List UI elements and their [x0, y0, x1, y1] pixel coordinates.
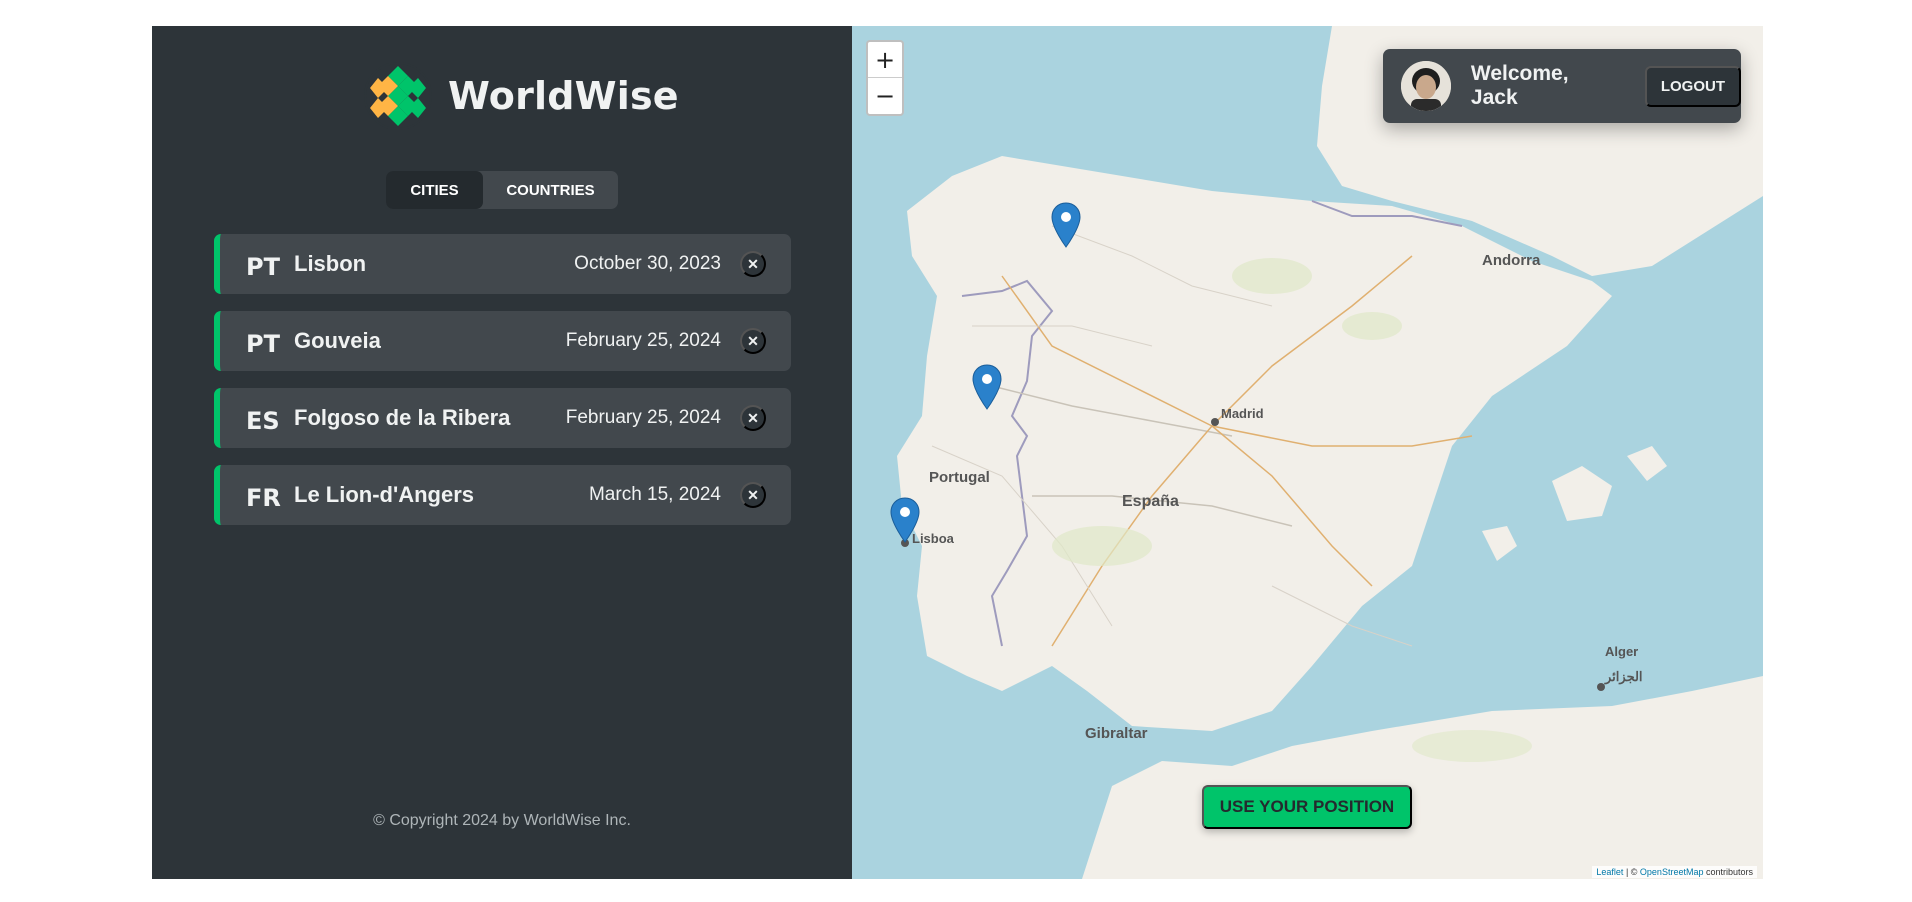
delete-city-button[interactable]: ✕: [740, 328, 766, 354]
city-item-le-lion[interactable]: FR Le Lion-d'Angers March 15, 2024 ✕: [214, 465, 791, 525]
city-country-code: ES: [246, 407, 280, 435]
close-icon: ✕: [747, 486, 759, 503]
map-label-portugal: Portugal: [929, 469, 990, 486]
city-name: Le Lion-d'Angers: [294, 482, 475, 507]
use-position-button[interactable]: USE YOUR POSITION: [1202, 785, 1412, 829]
city-country-code: PT: [246, 253, 280, 281]
map-label-gibraltar: Gibraltar: [1085, 725, 1148, 742]
sidebar: WorldWise CITIES COUNTRIES PT Lisbon Oct…: [152, 26, 852, 879]
app-nav: CITIES COUNTRIES: [386, 171, 618, 209]
map-attribution: Leaflet | © OpenStreetMap contributors: [1592, 866, 1757, 878]
user-photo-icon: [1401, 61, 1451, 111]
delete-city-button[interactable]: ✕: [740, 405, 766, 431]
city-name: Gouveia: [294, 328, 381, 353]
user-panel: Welcome, Jack LOGOUT: [1383, 49, 1741, 123]
tab-countries[interactable]: COUNTRIES: [483, 171, 618, 209]
city-name: Lisbon: [294, 251, 367, 276]
copyright: © Copyright 2024 by WorldWise Inc.: [373, 812, 631, 829]
map-tiles[interactable]: [852, 26, 1763, 879]
logo-icon: [364, 62, 432, 130]
tab-cities[interactable]: CITIES: [386, 171, 483, 209]
close-icon: ✕: [747, 255, 759, 272]
map-label-alger: Alger: [1605, 644, 1639, 659]
city-date: March 15, 2024: [588, 484, 721, 505]
city-date: February 25, 2024: [565, 407, 721, 428]
avatar: [1401, 61, 1451, 111]
map-label-andorra: Andorra: [1482, 252, 1541, 269]
map[interactable]: Portugal España Madrid Lisboa Andorra Gi…: [852, 26, 1763, 879]
delete-city-button[interactable]: ✕: [740, 482, 766, 508]
app-layout: WorldWise CITIES COUNTRIES PT Lisbon Oct…: [152, 26, 1763, 879]
zoom-control: + −: [866, 40, 904, 116]
logo-text: WorldWise: [448, 74, 679, 118]
map-label-madrid: Madrid: [1221, 406, 1264, 421]
city-country-code: FR: [246, 484, 281, 512]
delete-city-button[interactable]: ✕: [740, 251, 766, 277]
map-label-alger-ar: الجزائر: [1605, 669, 1643, 684]
city-item-gouveia[interactable]: PT Gouveia February 25, 2024 ✕: [214, 311, 791, 371]
map-marker-icon[interactable]: [972, 364, 1002, 410]
map-label-espana: España: [1122, 493, 1179, 510]
logo[interactable]: WorldWise: [364, 62, 679, 130]
map-marker-icon[interactable]: [890, 497, 920, 543]
city-name: Folgoso de la Ribera: [294, 405, 511, 430]
city-date: February 25, 2024: [565, 330, 721, 351]
city-item-lisbon[interactable]: PT Lisbon October 30, 2023 ✕: [214, 234, 791, 294]
zoom-out-button[interactable]: −: [868, 78, 902, 114]
leaflet-link[interactable]: Leaflet: [1596, 867, 1623, 877]
zoom-in-button[interactable]: +: [868, 42, 902, 78]
osm-link[interactable]: OpenStreetMap: [1640, 867, 1704, 877]
welcome-text: Welcome, Jack: [1470, 62, 1569, 109]
map-marker-icon[interactable]: [1051, 202, 1081, 248]
close-icon: ✕: [747, 332, 759, 349]
close-icon: ✕: [747, 409, 759, 426]
logout-button[interactable]: LOGOUT: [1644, 65, 1741, 107]
city-list: PT Lisbon October 30, 2023 ✕ PT Gouveia …: [214, 234, 791, 542]
city-item-folgoso[interactable]: ES Folgoso de la Ribera February 25, 202…: [214, 388, 791, 448]
city-country-code: PT: [246, 330, 280, 358]
city-date: October 30, 2023: [574, 253, 721, 274]
